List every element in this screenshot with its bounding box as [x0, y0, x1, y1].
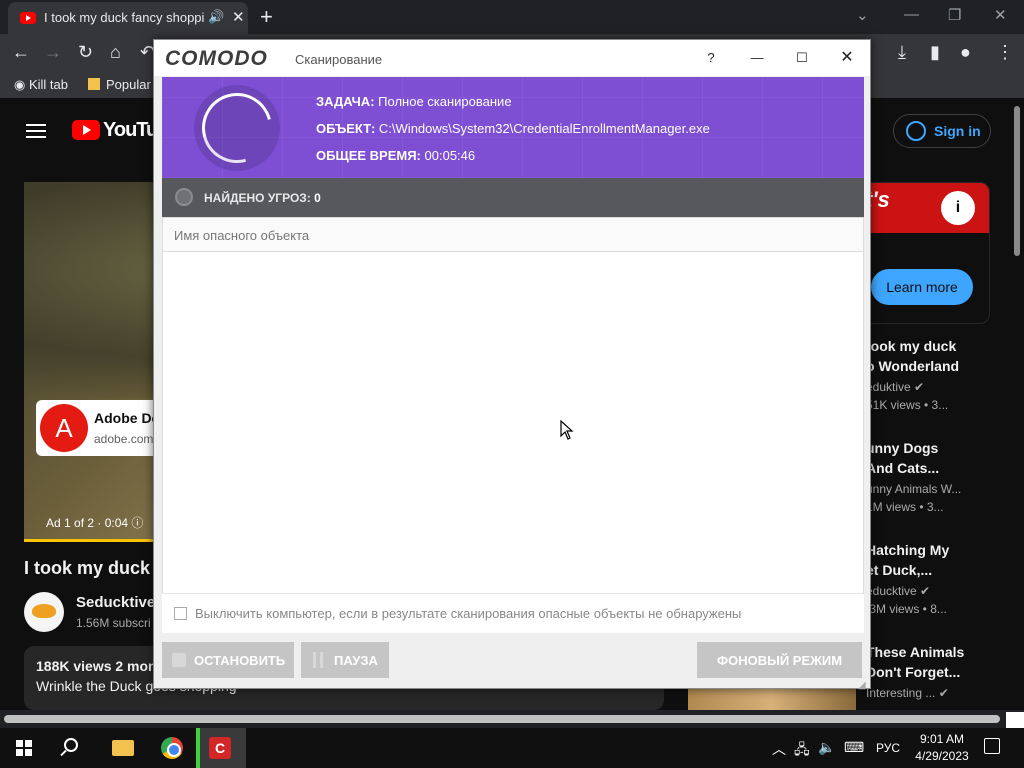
task-row: ЗАДАЧА: Полное сканирование: [316, 94, 512, 109]
scrollbar-thumb[interactable]: [4, 715, 1000, 723]
verified-icon: ✔: [914, 380, 925, 394]
recommendation-item[interactable]: Hatching My et Duck,... educktive ✔ .3M …: [866, 540, 1006, 616]
close-window-button[interactable]: ✕: [994, 6, 1007, 24]
tab-search-icon[interactable]: ⌄: [856, 6, 869, 24]
pause-icon: [313, 652, 323, 668]
time-row: ОБЩЕЕ ВРЕМЯ: 00:05:46: [316, 148, 476, 163]
ad-card-url: adobe.com: [94, 432, 154, 446]
comodo-icon: C: [209, 737, 231, 759]
profile-icon[interactable]: ●: [960, 42, 971, 63]
stop-button[interactable]: ОСТАНОВИТЬ: [162, 642, 294, 678]
learn-more-button[interactable]: Learn more: [871, 269, 973, 305]
side-panel-icon[interactable]: ▮: [930, 42, 940, 63]
scan-status-panel: ЗАДАЧА: Полное сканирование ОБЪЕКТ: C:\W…: [162, 77, 864, 178]
minimize-button[interactable]: —: [745, 46, 769, 70]
sign-in-button[interactable]: Sign in: [893, 114, 991, 148]
resize-grip-icon[interactable]: ◢: [858, 680, 866, 691]
close-button[interactable]: ✕: [835, 46, 859, 70]
windows-logo-icon: [16, 740, 32, 756]
adobe-logo-icon: A: [40, 404, 88, 452]
maximize-button[interactable]: ☐: [790, 46, 814, 70]
radiation-icon: [175, 188, 193, 206]
channel-avatar[interactable]: [24, 592, 64, 632]
channel-name[interactable]: Seducktive: [76, 594, 155, 611]
shutdown-checkbox[interactable]: [174, 607, 187, 620]
home-icon[interactable]: ⌂: [110, 42, 121, 63]
download-icon[interactable]: ⤓: [898, 42, 906, 63]
ad-info: Ad 1 of 2 · 0:04 ⓘ: [46, 516, 144, 530]
reload-icon[interactable]: ↻: [78, 42, 93, 63]
ad-card-name: Adobe Do: [94, 410, 161, 426]
browser-tab[interactable]: I took my duck fancy shopping 🔊 ✕: [8, 2, 248, 34]
minimize-button[interactable]: —: [904, 6, 919, 23]
keyboard-icon[interactable]: ⌨: [844, 739, 864, 756]
horizontal-scrollbar[interactable]: [0, 710, 1024, 728]
close-tab-icon[interactable]: ✕: [232, 8, 245, 26]
shutdown-option[interactable]: Выключить компьютер, если в результате с…: [162, 593, 864, 633]
recommendation-item[interactable]: unny Dogs And Cats... unny Animals W... …: [866, 438, 1006, 514]
clock[interactable]: 9:01 AM 4/29/2023: [904, 731, 980, 765]
menu-icon[interactable]: ⋮: [996, 42, 1014, 63]
scroll-corner: [1006, 712, 1024, 728]
youtube-logo-icon[interactable]: [72, 120, 100, 140]
start-button[interactable]: [0, 728, 48, 768]
bookmark-kill-tab[interactable]: ◉ Kill tab: [14, 77, 68, 93]
title-bar[interactable]: COMODO Сканирование ? — ☐ ✕: [154, 40, 870, 76]
comodo-taskbar-button[interactable]: C: [196, 728, 246, 768]
notification-icon[interactable]: [984, 738, 1000, 754]
file-explorer-icon[interactable]: [112, 740, 134, 756]
recommendation-item[interactable]: took my duck o Wonderland eduktive ✔ 51K…: [866, 336, 1006, 412]
vertical-scrollbar[interactable]: [1014, 106, 1020, 256]
video-title: I took my duck f: [24, 558, 162, 578]
progress-spinner: [189, 80, 285, 176]
recommendation-item[interactable]: These Animals Don't Forget... Interestin…: [866, 642, 1006, 700]
speaker-icon[interactable]: 🔊: [208, 9, 224, 25]
comodo-scan-window: COMODO Сканирование ? — ☐ ✕ ЗАДАЧА: Полн…: [153, 39, 871, 691]
restore-button[interactable]: ❐: [948, 6, 961, 24]
browser-tab-strip: I took my duck fancy shopping 🔊 ✕ + ⌄ — …: [0, 0, 1024, 34]
volume-icon[interactable]: 🔈: [818, 739, 835, 756]
column-header[interactable]: Имя опасного объекта: [163, 218, 863, 252]
object-row: ОБЪЕКТ: C:\Windows\System32\CredentialEn…: [316, 121, 710, 136]
search-icon[interactable]: [64, 738, 78, 752]
verified-icon: ✔: [938, 686, 949, 700]
youtube-favicon-icon: [20, 12, 36, 24]
views-line: 188K views 2 mon: [36, 658, 157, 674]
window-title: Сканирование: [295, 52, 383, 67]
tray-expand-icon[interactable]: ︿: [772, 739, 786, 759]
pause-button[interactable]: ПАУЗА: [301, 642, 389, 678]
network-icon[interactable]: 🖧: [794, 739, 810, 763]
back-icon[interactable]: ←: [12, 42, 30, 63]
threats-bar: НАЙДЕНО УГРОЗ: 0: [162, 178, 864, 217]
chrome-icon[interactable]: [161, 737, 183, 759]
tab-title: I took my duck fancy shopping: [44, 10, 204, 25]
forward-icon[interactable]: →: [44, 42, 62, 63]
new-tab-button[interactable]: +: [260, 4, 273, 30]
folder-icon: [88, 78, 100, 90]
ad-info-icon[interactable]: i: [941, 191, 975, 225]
threats-found: НАЙДЕНО УГРОЗ: 0: [204, 191, 321, 205]
taskbar: C ︿ 🖧 🔈 ⌨ РУС 9:01 AM 4/29/2023: [0, 728, 1024, 768]
help-button[interactable]: ?: [699, 46, 723, 70]
shutdown-label[interactable]: Выключить компьютер, если в результате с…: [195, 606, 741, 621]
language-indicator[interactable]: РУС: [876, 741, 900, 755]
channel-subscribers: 1.56M subscri: [76, 616, 151, 630]
threats-list[interactable]: Имя опасного объекта: [162, 217, 864, 632]
verified-icon: ✔: [920, 584, 931, 598]
background-mode-button[interactable]: ФОНОВЫЙ РЕЖИМ: [697, 642, 862, 678]
hamburger-menu-icon[interactable]: [26, 124, 46, 138]
stop-icon: [172, 653, 186, 667]
account-icon: [906, 121, 926, 141]
bookmark-popular[interactable]: Popular: [88, 77, 151, 92]
comodo-logo: COMODO: [165, 47, 268, 70]
